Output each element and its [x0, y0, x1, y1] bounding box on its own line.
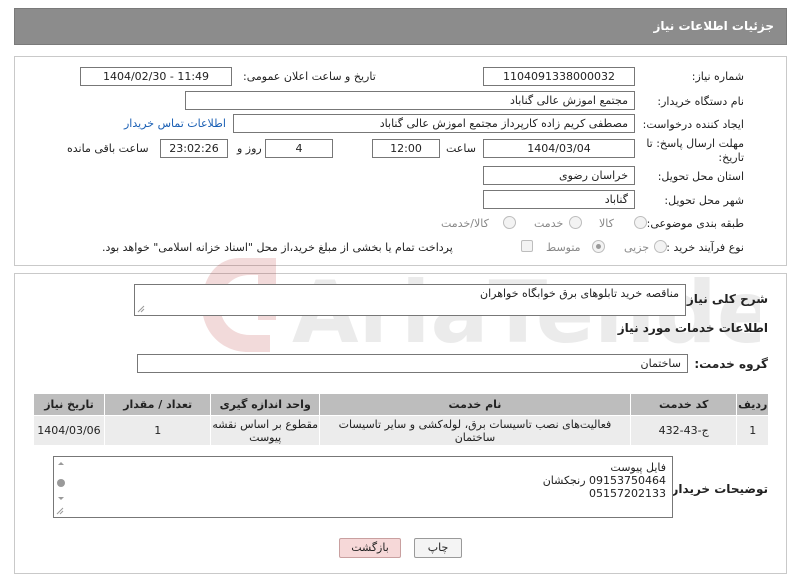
- need-number-label: شماره نیاز:: [691, 70, 744, 83]
- category-service-label: خدمت: [534, 217, 564, 230]
- purchase-medium-radio[interactable]: [592, 240, 605, 253]
- cell-date: 1404/03/06: [33, 415, 105, 446]
- scroll-thumb-icon: [57, 479, 65, 487]
- announce-datetime-label: تاریخ و ساعت اعلان عمومی:: [243, 70, 376, 83]
- city-label: شهر محل تحویل:: [664, 194, 744, 207]
- buyer-note-line: 05157202133: [589, 487, 666, 500]
- province-field: خراسان رضوی: [483, 166, 635, 185]
- requester-label: ایجاد کننده درخواست:: [642, 118, 744, 131]
- cell-service-name: فعالیت‌های نصب تاسیسات برق، لوله‌کشی و س…: [318, 415, 631, 446]
- print-button[interactable]: چاپ: [414, 538, 462, 558]
- buyer-contact-link[interactable]: اطلاعات تماس خریدار: [124, 117, 226, 130]
- requester-field: مصطفی کریم زاده کارپرداز مجتمع اموزش عال…: [233, 114, 635, 133]
- services-section-title: اطلاعات خدمات مورد نیاز: [617, 321, 768, 335]
- scroll-down-icon: [58, 497, 64, 500]
- purchase-medium-label: متوسط: [546, 241, 581, 254]
- scroll-up-icon: [58, 462, 64, 465]
- summary-label: شرح کلی نیاز:: [682, 292, 768, 306]
- province-label: استان محل تحویل:: [657, 170, 744, 183]
- city-field: گناباد: [483, 190, 635, 209]
- category-label: طبقه بندی موضوعی:: [646, 217, 744, 230]
- deadline-time-label: ساعت: [446, 142, 476, 155]
- cell-row: 1: [736, 415, 769, 446]
- treasury-payment-checkbox[interactable]: [521, 240, 533, 252]
- deadline-label: مهلت ارسال پاسخ: تا: [646, 137, 744, 150]
- page-title: جزئیات اطلاعات نیاز: [653, 19, 774, 33]
- service-group-field: ساختمان: [137, 354, 688, 373]
- buyer-org-label: نام دستگاه خریدار:: [657, 95, 744, 108]
- page-header: جزئیات اطلاعات نیاز: [14, 8, 787, 45]
- deadline-label-date: تاریخ:: [718, 151, 744, 164]
- col-row: ردیف: [736, 393, 769, 416]
- col-unit: واحد اندازه گیری: [210, 393, 320, 416]
- deadline-date-field: 1404/03/04: [483, 139, 635, 158]
- purchase-type-label: نوع فرآیند خرید :: [666, 241, 744, 254]
- col-service-name: نام خدمت: [318, 393, 631, 416]
- category-both-label: کالا/خدمت: [441, 217, 489, 230]
- category-both-radio[interactable]: [503, 216, 516, 229]
- col-service-code: کد خدمت: [629, 393, 738, 416]
- cell-service-code: ج-43-432: [629, 415, 738, 446]
- remaining-time-field: 23:02:26: [160, 139, 228, 158]
- announce-datetime-field: 1404/02/30 - 11:49: [80, 67, 232, 86]
- treasury-payment-note: پرداخت تمام یا بخشی از مبلغ خرید،از محل …: [102, 241, 453, 254]
- remaining-time-label: ساعت باقی مانده: [67, 142, 149, 155]
- buyer-notes-field: فایل پیوست 09153750464 رنجکشان 051572021…: [53, 456, 673, 518]
- summary-field: مناقصه خرید تابلوهای برق خوابگاه خواهران: [134, 284, 686, 316]
- days-label: روز و: [237, 142, 262, 155]
- purchase-minor-label: جزیی: [624, 241, 650, 254]
- col-date: تاریخ نیاز: [33, 393, 105, 416]
- category-goods-radio[interactable]: [634, 216, 647, 229]
- cell-qty: 1: [103, 415, 212, 446]
- resize-grip-icon[interactable]: [137, 305, 145, 313]
- buyer-notes-label: توضیحات خریدار:: [666, 482, 768, 496]
- table-row: 1404/03/06 1 مقطوع بر اساس نقشه پیوست فع…: [33, 415, 769, 446]
- purchase-minor-radio[interactable]: [654, 240, 667, 253]
- notes-scrollbar[interactable]: [56, 461, 66, 505]
- deadline-time-field: 12:00: [372, 139, 440, 158]
- need-number-field: 1104091338000032: [483, 67, 635, 86]
- summary-text: مناقصه خرید تابلوهای برق خوابگاه خواهران: [479, 287, 679, 300]
- cell-unit: مقطوع بر اساس نقشه پیوست: [210, 415, 320, 446]
- col-qty: تعداد / مقدار: [103, 393, 212, 416]
- remaining-days-field: 4: [265, 139, 333, 158]
- services-table: تاریخ نیاز تعداد / مقدار واحد اندازه گیر…: [33, 393, 769, 446]
- buyer-note-line: 09153750464 رنجکشان: [542, 474, 666, 487]
- table-header-row: تاریخ نیاز تعداد / مقدار واحد اندازه گیر…: [33, 393, 769, 416]
- service-group-label: گروه خدمت:: [694, 357, 768, 371]
- back-button[interactable]: بازگشت: [339, 538, 401, 558]
- resize-grip-icon[interactable]: [56, 507, 64, 515]
- buyer-note-line: فایل پیوست: [610, 461, 666, 474]
- category-service-radio[interactable]: [569, 216, 582, 229]
- category-goods-label: کالا: [599, 217, 614, 230]
- buyer-org-field: مجتمع اموزش عالی گناباد: [185, 91, 635, 110]
- need-info-panel: [14, 56, 787, 266]
